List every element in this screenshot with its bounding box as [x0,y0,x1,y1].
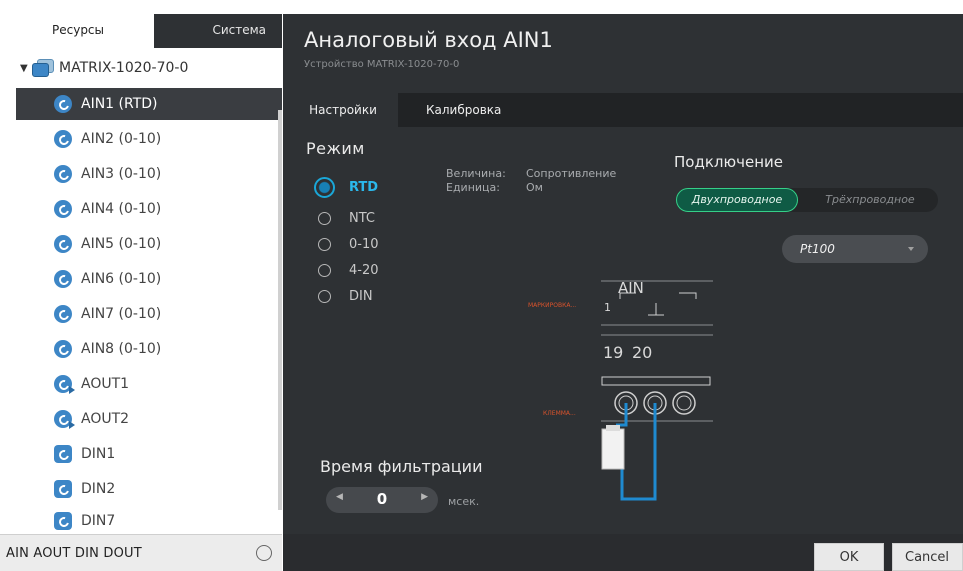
radio-selected-icon [314,177,335,198]
radio-icon [318,290,331,303]
radio-icon [318,238,331,251]
ain-icon [54,235,72,253]
left-tabs: Ресурсы Система [16,14,282,48]
tab-settings[interactable]: Настройки [288,93,398,127]
tab-resources[interactable]: Ресурсы [16,14,154,48]
sensor-type-select[interactable]: Pt100 [782,235,928,263]
mode-radio-0-10[interactable]: 0-10 [318,237,379,252]
resource-filter-bar: AIN AOUT DIN DOUT [0,534,282,571]
resource-label: AIN7 (0-10) [81,306,162,322]
mode-heading: Режим [306,139,365,158]
resource-item-din2[interactable]: DIN2 [16,473,282,505]
cancel-button[interactable]: Cancel [892,543,963,571]
ain-icon [54,200,72,218]
quantity-label: Величина: [446,167,506,180]
mode-radio-4-20[interactable]: 4-20 [318,263,379,278]
increment-icon[interactable]: ▶ [421,492,428,502]
mode-radio-ntc[interactable]: NTC [318,211,375,226]
aout-icon [54,375,75,394]
din-icon [54,445,72,463]
marking-label: МАРКИРОВКА... [528,302,577,309]
quantity-value: Сопротивление [526,167,617,180]
mode-radio-din[interactable]: DIN [318,289,373,304]
resource-label: DIN7 [81,513,116,529]
radio-icon [318,264,331,277]
resource-label: DIN1 [81,446,116,462]
terminal-19-label: 19 [603,343,624,362]
resource-scrollbar[interactable] [278,110,282,510]
resource-item-ain6[interactable]: AIN6 (0-10) [16,263,282,295]
resource-item-ain5[interactable]: AIN5 (0-10) [16,228,282,260]
window-title: Аналоговый вход AIN1 [304,28,553,52]
resource-item-aout1[interactable]: AOUT1 [16,368,282,400]
filter-time-stepper[interactable]: ◀ 0 ▶ [326,487,438,513]
resource-label: AIN8 (0-10) [81,341,162,357]
ain-icon [54,95,72,113]
ain-icon [54,165,72,183]
resource-item-din1[interactable]: DIN1 [16,438,282,470]
settings-content: Режим RTD NTC 0-10 4-20 DIN Величина: Соп… [288,127,963,517]
window-subtitle: Устройство MATRIX-1020-70-0 [304,59,460,70]
sensor-type-value: Pt100 [800,242,835,256]
two-wire-option[interactable]: Двухпроводное [676,188,798,212]
resource-item-ain1[interactable]: AIN1 (RTD) [16,88,282,120]
resource-label: AOUT1 [81,376,130,392]
expand-caret-icon[interactable]: ▼ [20,63,32,74]
resource-filter[interactable]: AIN AOUT DIN DOUT [6,546,142,561]
mode-label: DIN [349,289,373,304]
channel-label: AIN [618,279,644,297]
resource-item-ain3[interactable]: AIN3 (0-10) [16,158,282,190]
ain-icon [54,340,72,358]
mode-radio-rtd[interactable]: RTD [314,177,379,198]
resource-item-ain2[interactable]: AIN2 (0-10) [16,123,282,155]
resource-label: AIN4 (0-10) [81,201,162,217]
resource-label: AIN6 (0-10) [81,271,162,287]
aout-icon [54,410,75,429]
ain-icon [54,130,72,148]
resource-item-din7[interactable]: DIN7 [16,508,282,534]
three-wire-option[interactable]: Трёхпроводное [806,188,934,212]
resource-label: AOUT2 [81,411,130,427]
ain-icon [54,305,72,323]
resource-item-ain4[interactable]: AIN4 (0-10) [16,193,282,225]
mode-label: NTC [349,211,375,226]
terminal-20-label: 20 [632,343,653,362]
resource-label: DIN2 [81,481,116,497]
mode-label: 0-10 [349,237,379,252]
resource-label: AIN2 (0-10) [81,131,162,147]
din-icon [54,480,72,498]
filter-time-heading: Время фильтрации [320,457,483,476]
resource-panel: Ресурсы Система ▼ MATRIX-1020-70-0 AIN1 … [16,14,282,570]
resource-item-aout2[interactable]: AOUT2 [16,403,282,435]
resource-label: AIN5 (0-10) [81,236,162,252]
radio-icon [318,212,331,225]
ain-icon [54,270,72,288]
tab-system[interactable]: Система [154,14,282,48]
connection-heading: Подключение [674,153,783,171]
ok-button[interactable]: OK [814,543,884,571]
settings-window: Аналоговый вход AIN1 Устройство MATRIX-1… [283,14,963,571]
resource-label: AIN1 (RTD) [81,96,158,112]
mode-label: RTD [349,180,379,195]
filter-toggle-icon[interactable] [256,545,272,561]
settings-tabs: Настройки Калибровка [288,93,963,127]
pin-label: 1 [604,301,611,314]
device-name: MATRIX-1020-70-0 [59,60,189,76]
filter-time-unit: мсек. [448,495,480,508]
tab-calibration[interactable]: Калибровка [426,93,501,127]
mode-label: 4-20 [349,263,379,278]
device-tree-root[interactable]: ▼ MATRIX-1020-70-0 [16,54,188,82]
resource-label: AIN3 (0-10) [81,166,162,182]
terminal-label: КЛЕММА... [543,410,576,417]
device-icon [32,58,54,78]
mode-info: Величина: Сопротивление Единица: Ом [446,167,616,195]
unit-label: Единица: [446,181,500,194]
din-icon [54,512,72,530]
resource-item-ain7[interactable]: AIN7 (0-10) [16,298,282,330]
resource-item-ain8[interactable]: AIN8 (0-10) [16,333,282,365]
connection-toggle: Двухпроводное Трёхпроводное [676,188,938,212]
chevron-down-icon [908,247,914,251]
unit-value: Ом [526,181,543,194]
